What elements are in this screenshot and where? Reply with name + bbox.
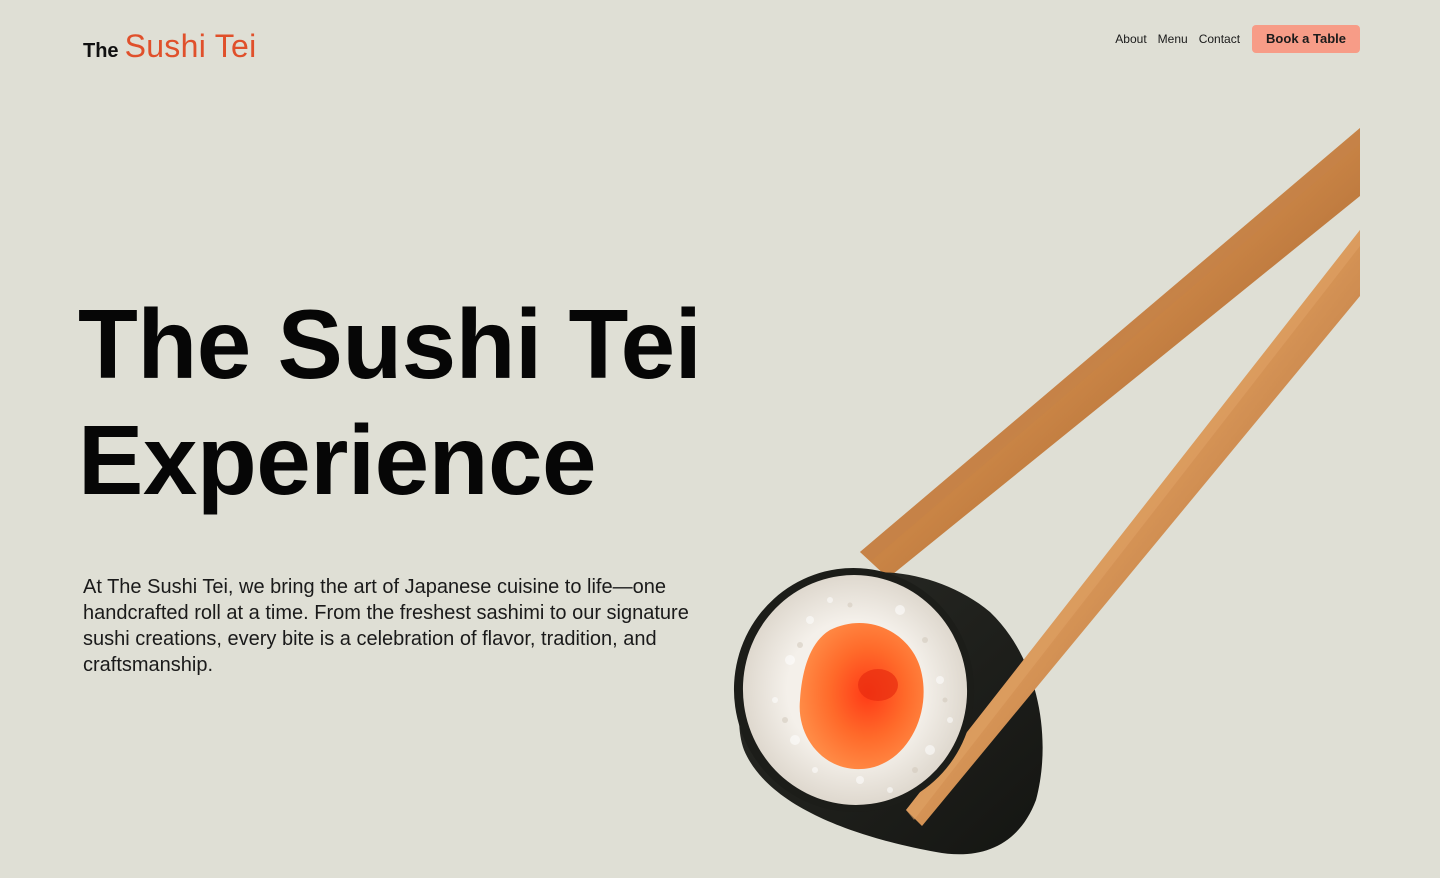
nav-link-contact[interactable]: Contact — [1199, 32, 1240, 46]
nav-link-about[interactable]: About — [1115, 32, 1146, 46]
nav-link-menu[interactable]: Menu — [1158, 32, 1188, 46]
brand-logo[interactable]: The Sushi Tei — [83, 28, 257, 65]
hero-title-line-1: The Sushi Tei — [78, 289, 702, 399]
main-nav: About Menu Contact Book a Table — [1115, 25, 1360, 53]
hero-description: At The Sushi Tei, we bring the art of Ja… — [83, 576, 689, 676]
book-a-table-button[interactable]: Book a Table — [1252, 25, 1360, 53]
hero-title-line-2: Experience — [78, 405, 596, 515]
hero-title: The Sushi Tei Experience — [78, 286, 798, 518]
logo-name: Sushi Tei — [124, 28, 257, 64]
sushi-roll-with-chopsticks-image — [700, 100, 1360, 878]
landing-page: The Sushi Tei About Menu Contact Book a … — [0, 0, 1440, 878]
logo-prefix: The — [83, 40, 119, 62]
